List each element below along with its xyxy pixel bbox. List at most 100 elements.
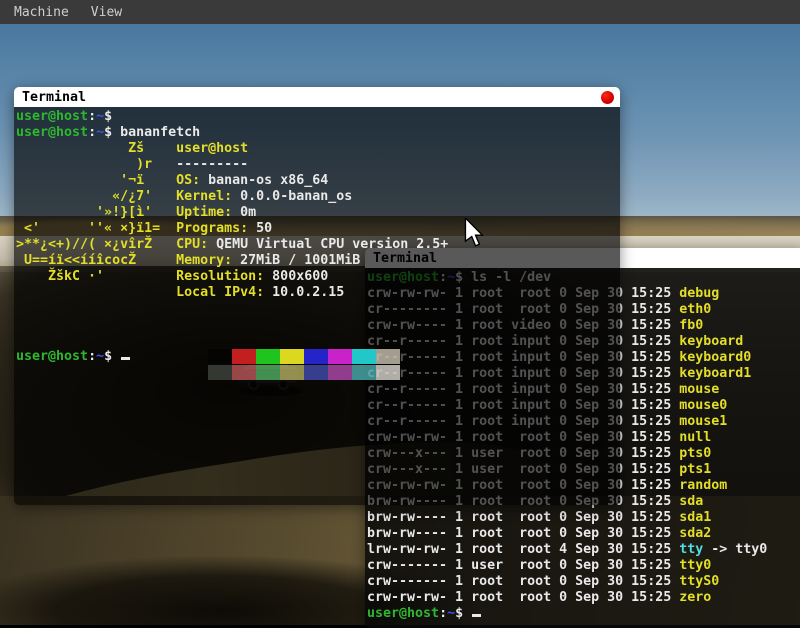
ls-meta: lrw-rw-rw- 1 root root 4 Sep 30 15:25: [367, 542, 679, 557]
window-titlebar[interactable]: Terminal: [14, 87, 620, 107]
color-swatch: [328, 365, 352, 380]
color-swatch: [352, 349, 376, 364]
palette-row-bright: [16, 333, 620, 349]
color-swatch: [328, 349, 352, 364]
prompt-path: ~: [447, 606, 455, 621]
prompt-dollar: $: [104, 125, 120, 140]
fetch-ascii-art: <' ''« ×}ï1=: [16, 221, 176, 236]
fetch-label: Local IPv4:: [176, 285, 264, 300]
ls-row: crw------- 1 root root 0 Sep 30 15:25 tt…: [367, 574, 800, 590]
fetch-ascii-art: '¬ï: [16, 173, 176, 188]
fetch-value: 0.0.0-banan_os: [232, 189, 352, 204]
fetch-value: 0m: [232, 205, 256, 220]
ls-filename: sda: [679, 494, 703, 509]
vm-menu-bar: Machine View: [0, 0, 800, 24]
ls-row: crw-rw-rw- 1 root root 0 Sep 30 15:25 ze…: [367, 590, 800, 606]
blank-line: [16, 301, 620, 317]
ls-row: crw------- 1 user root 0 Sep 30 15:25 tt…: [367, 558, 800, 574]
fetch-ascii-art: Zš: [16, 141, 176, 156]
menu-item[interactable]: View: [91, 5, 122, 20]
fetch-row: U==íï<<ííîcocŽ Memory: 27MiB / 1001MiB: [16, 253, 620, 269]
close-button[interactable]: [601, 91, 614, 104]
prompt-line[interactable]: user@host:~$: [367, 606, 800, 622]
ls-filename: eth0: [679, 302, 711, 317]
color-swatch: [208, 365, 232, 380]
prompt-colon: :: [88, 125, 96, 140]
palette-row-normal: [16, 317, 620, 333]
ls-filename: ttyS0: [679, 574, 719, 589]
ls-filename: tty: [679, 542, 703, 557]
fetch-label: Uptime:: [176, 205, 232, 220]
fetch-row: )r ---------: [16, 157, 620, 173]
fetch-value: 27MiB / 1001MiB: [232, 253, 360, 268]
fetch-value: 800x600: [264, 269, 328, 284]
ls-filename: sda1: [679, 510, 711, 525]
fetch-label: OS:: [176, 173, 200, 188]
fetch-ascii-art: '»!}[ì': [16, 205, 176, 220]
ls-filename: mouse: [679, 382, 719, 397]
fetch-value: ---------: [176, 157, 248, 172]
color-swatch: [304, 349, 328, 364]
color-swatch: [376, 365, 400, 380]
ls-row: brw-rw---- 1 root root 0 Sep 30 15:25 sd…: [367, 526, 800, 542]
ls-filename: pts1: [679, 462, 711, 477]
fetch-label: user@host: [176, 141, 248, 156]
text-cursor: [472, 614, 481, 617]
ls-filename: mouse1: [679, 414, 727, 429]
prompt-dollar: $: [455, 606, 471, 621]
color-swatch: [256, 365, 280, 380]
prompt-path: ~: [96, 349, 104, 364]
fetch-ascii-art: «/¿7': [16, 189, 176, 204]
terminal-window-1[interactable]: Terminal user@host:~$ user@host:~$ banan…: [14, 87, 620, 505]
ls-filename: tty0: [679, 558, 711, 573]
window-title: Terminal: [14, 90, 86, 105]
fetch-value: 10.0.2.15: [264, 285, 344, 300]
prompt-user: user@host: [16, 349, 88, 364]
fetch-label: Kernel:: [176, 189, 232, 204]
ls-filename: fb0: [679, 318, 703, 333]
fetch-ascii-art: [16, 285, 176, 300]
prompt-user: user@host: [16, 125, 88, 140]
fetch-row: '¬ï OS: banan-os x86_64: [16, 173, 620, 189]
ls-filename: mouse0: [679, 398, 727, 413]
command-text: bananfetch: [120, 125, 200, 140]
fetch-label: CPU:: [176, 237, 208, 252]
fetch-row: Zš user@host: [16, 141, 620, 157]
prompt-path: ~: [96, 109, 104, 124]
color-swatch: [376, 349, 400, 364]
fetch-label: Resolution:: [176, 269, 264, 284]
prompt-line: user@host:~$: [16, 109, 620, 125]
fetch-row: ŽškC ·' Resolution: 800x600: [16, 269, 620, 285]
ls-filename: keyboard0: [679, 350, 751, 365]
color-swatch: [352, 365, 376, 380]
ls-row: lrw-rw-rw- 1 root root 4 Sep 30 15:25 tt…: [367, 542, 800, 558]
prompt-dollar: $: [104, 109, 120, 124]
color-swatch: [232, 365, 256, 380]
fetch-label: Memory:: [176, 253, 232, 268]
fetch-row: «/¿7' Kernel: 0.0.0-banan_os: [16, 189, 620, 205]
menu-item[interactable]: Machine: [14, 5, 69, 20]
fetch-row: Local IPv4: 10.0.2.15: [16, 285, 620, 301]
prompt-user: user@host: [16, 109, 88, 124]
terminal-output-area[interactable]: user@host:~$ user@host:~$ bananfetch Zš …: [14, 107, 620, 505]
color-swatch: [280, 365, 304, 380]
fetch-row: >**¿<+)//( ×¿vîrŽ CPU: QEMU Virtual CPU …: [16, 237, 620, 253]
color-swatch: [232, 349, 256, 364]
ls-meta: crw------- 1 user root 0 Sep 30 15:25: [367, 558, 679, 573]
prompt-line: user@host:~$ bananfetch: [16, 125, 620, 141]
mouse-cursor-icon: [463, 218, 487, 252]
ls-filename: random: [679, 478, 727, 493]
bananfetch-output: Zš user@host )r --------- '¬ï OS: banan-…: [16, 141, 620, 301]
prompt-dollar: $: [104, 349, 120, 364]
ls-meta: brw-rw---- 1 root root 0 Sep 30 15:25: [367, 510, 679, 525]
color-swatch: [304, 365, 328, 380]
ls-meta: crw------- 1 root root 0 Sep 30 15:25: [367, 574, 679, 589]
prompt-path: ~: [96, 125, 104, 140]
ls-filename: keyboard: [679, 334, 743, 349]
prompt-colon: :: [88, 109, 96, 124]
prompt-colon: :: [88, 349, 96, 364]
prompt-colon: :: [439, 606, 447, 621]
fetch-value: QEMU Virtual CPU version 2.5+: [208, 237, 448, 252]
ls-filename: zero: [679, 590, 711, 605]
ls-filename: null: [679, 430, 711, 445]
